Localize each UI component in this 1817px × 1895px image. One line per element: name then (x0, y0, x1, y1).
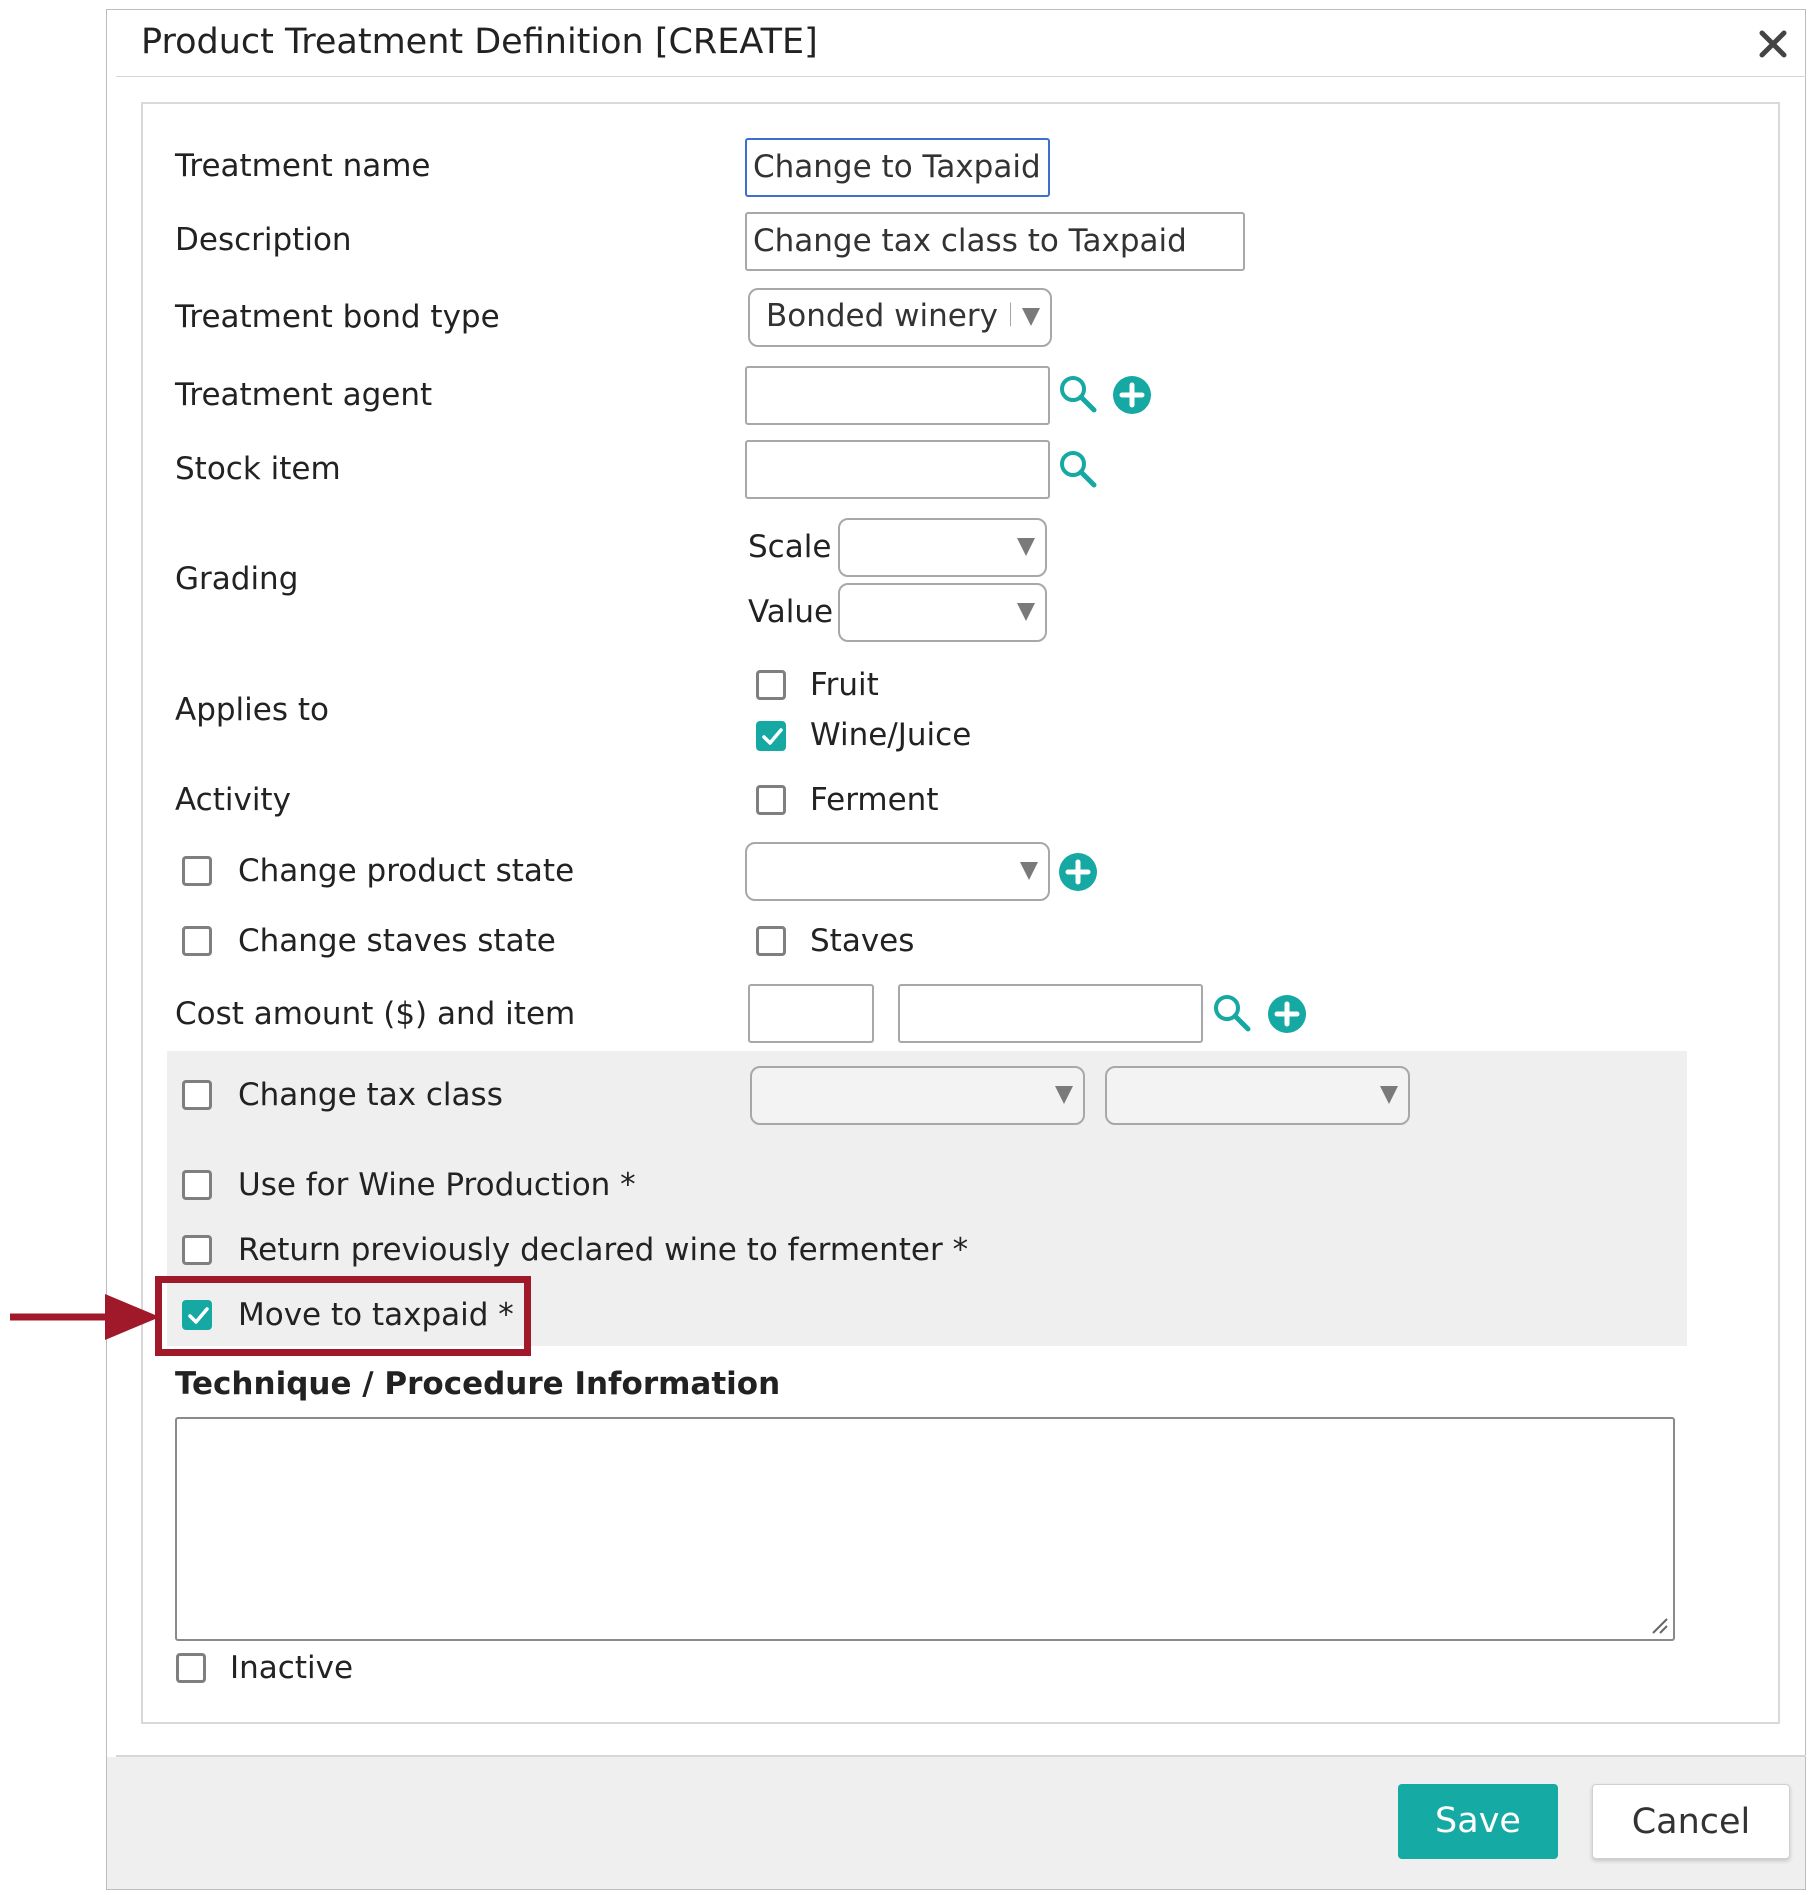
close-icon[interactable] (1757, 28, 1789, 60)
treatment-name-label: Treatment name (175, 148, 431, 184)
agent-input[interactable] (745, 366, 1050, 425)
cost-item-input[interactable] (898, 984, 1203, 1043)
fruit-checkbox[interactable] (756, 670, 786, 700)
value-select[interactable] (838, 583, 1047, 642)
chevron-down-icon (1017, 603, 1035, 621)
title-divider (116, 76, 1806, 77)
applies-to-label: Applies to (175, 692, 329, 728)
change-tax-class-checkbox[interactable] (182, 1080, 212, 1110)
arrow-annotation (10, 1292, 160, 1342)
value-label: Value (748, 594, 834, 630)
cancel-button[interactable]: Cancel (1592, 1784, 1790, 1859)
chevron-down-icon (1022, 308, 1040, 326)
grading-label: Grading (175, 561, 299, 597)
change-product-state-label: Change product state (238, 853, 575, 889)
change-staves-state-checkbox[interactable] (182, 926, 212, 956)
agent-label: Treatment agent (175, 377, 433, 413)
stock-item-input[interactable] (745, 440, 1050, 499)
wine-juice-checkbox[interactable] (756, 721, 786, 751)
wine-juice-label: Wine/Juice (810, 717, 972, 753)
change-product-state-checkbox[interactable] (182, 856, 212, 886)
add-icon[interactable] (1058, 852, 1098, 892)
description-label: Description (175, 222, 352, 258)
technique-label: Technique / Procedure Information (175, 1366, 781, 1402)
dialog-title: Product Treatment Definition [CREATE] (141, 22, 818, 62)
product-state-select[interactable] (745, 842, 1050, 901)
wine-production-label: Use for Wine Production * (238, 1167, 636, 1203)
description-input[interactable]: Change tax class to Taxpaid (745, 212, 1245, 271)
ferment-checkbox[interactable] (756, 785, 786, 815)
chevron-down-icon (1020, 862, 1038, 880)
chevron-down-icon (1055, 1086, 1073, 1104)
inactive-label: Inactive (230, 1650, 354, 1686)
staves-checkbox[interactable] (756, 926, 786, 956)
bond-type-label: Treatment bond type (175, 299, 500, 335)
add-icon[interactable] (1267, 994, 1307, 1034)
fruit-label: Fruit (810, 667, 879, 703)
tax-class-to-select[interactable] (1105, 1066, 1410, 1125)
cost-label: Cost amount ($) and item (175, 996, 576, 1032)
check-icon (762, 728, 783, 745)
change-staves-state-label: Change staves state (238, 923, 556, 959)
search-icon[interactable] (1058, 449, 1098, 489)
bond-type-select[interactable]: Bonded winery b (748, 288, 1052, 347)
return-to-fermenter-checkbox[interactable] (182, 1235, 212, 1265)
ferment-label: Ferment (810, 782, 939, 818)
staves-label: Staves (810, 923, 915, 959)
save-button[interactable]: Save (1398, 1784, 1558, 1859)
search-icon[interactable] (1212, 993, 1252, 1033)
activity-label: Activity (175, 782, 291, 818)
scale-select[interactable] (838, 518, 1047, 577)
highlight-box (155, 1276, 531, 1356)
cost-amount-input[interactable] (748, 984, 874, 1043)
chevron-down-icon (1380, 1086, 1398, 1104)
add-icon[interactable] (1112, 375, 1152, 415)
wine-production-checkbox[interactable] (182, 1170, 212, 1200)
technique-textarea[interactable] (175, 1417, 1675, 1641)
resize-handle-icon[interactable] (1647, 1613, 1669, 1635)
tax-class-from-select[interactable] (750, 1066, 1085, 1125)
scale-label: Scale (748, 529, 832, 565)
bond-type-value: Bonded winery b (766, 298, 1011, 334)
stock-item-label: Stock item (175, 451, 341, 487)
change-tax-class-label: Change tax class (238, 1077, 503, 1113)
inactive-checkbox[interactable] (176, 1653, 206, 1683)
chevron-down-icon (1017, 538, 1035, 556)
search-icon[interactable] (1058, 374, 1098, 414)
return-to-fermenter-label: Return previously declared wine to ferme… (238, 1232, 969, 1268)
treatment-name-input[interactable]: Change to Taxpaid (745, 138, 1050, 197)
